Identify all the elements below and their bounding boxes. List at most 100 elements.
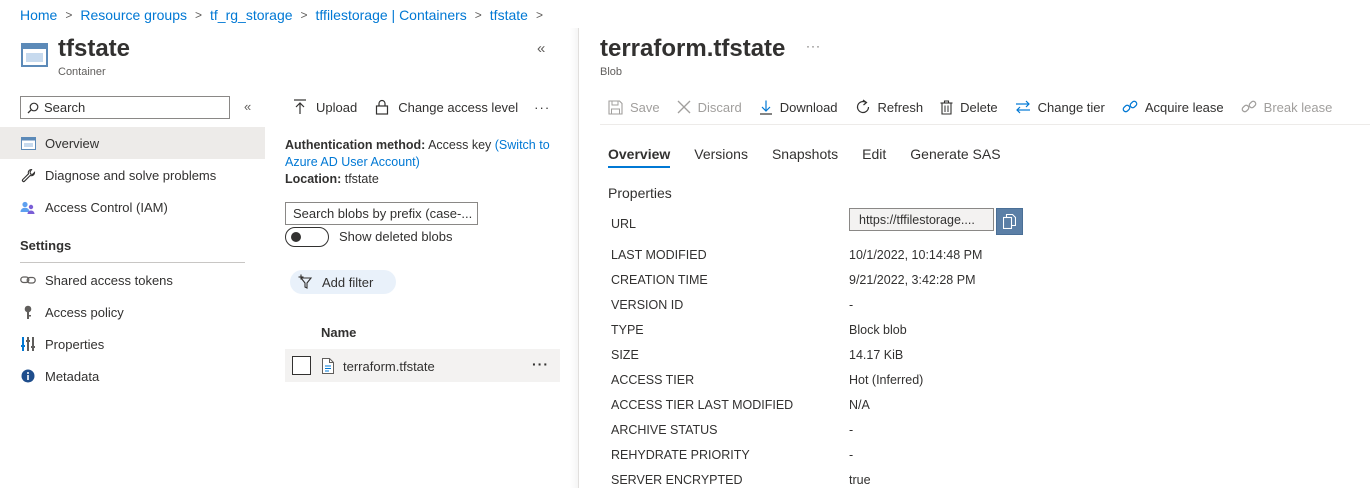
tab-snapshots[interactable]: Snapshots <box>772 146 838 168</box>
change-access-level-label: Change access level <box>398 99 519 115</box>
tab-generate-sas[interactable]: Generate SAS <box>910 146 1000 168</box>
location-value: tfstate <box>344 172 379 186</box>
upload-label: Upload <box>316 99 358 115</box>
blob-more-button[interactable]: ··· <box>806 39 821 53</box>
break-lease-label: Break lease <box>1263 99 1333 115</box>
lease-link-icon <box>1122 99 1145 115</box>
sidebar-item-overview[interactable]: Overview <box>0 127 265 159</box>
blob-title: terraform.tfstate <box>600 35 786 62</box>
sidebar-item-shared-access-tokens[interactable]: Shared access tokens <box>0 264 265 296</box>
prop-label-archive-status: ARCHIVE STATUS <box>611 423 718 437</box>
sidebar-item-access-control[interactable]: Access Control (IAM) <box>0 191 265 223</box>
save-button[interactable]: Save <box>608 100 660 115</box>
sidebar-item-metadata[interactable]: Metadata <box>0 360 265 392</box>
tab-overview[interactable]: Overview <box>608 146 671 168</box>
blob-name-link[interactable]: terraform.tfstate <box>343 359 435 374</box>
breadcrumb-resource-groups[interactable]: Resource groups <box>80 7 187 23</box>
collapse-menu-icon[interactable]: « <box>244 99 251 114</box>
prop-label-version-id: VERSION ID <box>611 298 684 312</box>
trash-icon <box>940 99 960 115</box>
sidebar-item-properties[interactable]: Properties <box>0 328 265 360</box>
filter-add-icon <box>298 274 322 290</box>
broken-link-icon <box>1241 99 1264 115</box>
copy-url-button[interactable] <box>996 208 1023 235</box>
change-tier-label: Change tier <box>1037 99 1105 115</box>
sidebar-item-label: Access Control (IAM) <box>45 199 168 215</box>
blob-search-box[interactable] <box>285 202 478 225</box>
chevron-right-icon: > <box>65 8 73 22</box>
properties-heading: Properties <box>608 185 672 201</box>
acquire-lease-button[interactable]: Acquire lease <box>1122 99 1224 115</box>
key-icon <box>20 304 36 320</box>
auth-method-label: Authentication method: <box>285 138 426 152</box>
refresh-button[interactable]: Refresh <box>855 99 924 115</box>
add-filter-label: Add filter <box>322 274 374 290</box>
container-icon <box>21 43 48 67</box>
prop-label-creation-time: CREATION TIME <box>611 273 708 287</box>
blob-search-input[interactable] <box>293 206 473 221</box>
auth-method-value: Access key <box>428 138 492 152</box>
discard-button[interactable]: Discard <box>677 100 742 115</box>
download-button[interactable]: Download <box>759 100 838 115</box>
blob-subtitle: Blob <box>600 66 623 78</box>
save-label: Save <box>630 99 660 115</box>
break-lease-button[interactable]: Break lease <box>1241 99 1333 115</box>
prop-value-creation-time: 9/21/2022, 3:42:28 PM <box>849 273 976 287</box>
lock-icon <box>375 99 398 115</box>
change-access-level-button[interactable]: Change access level <box>375 99 518 115</box>
breadcrumb-home[interactable]: Home <box>20 7 57 23</box>
location-label: Location: <box>285 172 342 186</box>
add-filter-button[interactable]: Add filter <box>290 270 396 294</box>
breadcrumb-resource-group[interactable]: tf_rg_storage <box>210 7 293 23</box>
breadcrumb-containers[interactable]: tffilestorage | Containers <box>316 7 467 23</box>
sidebar-item-access-policy[interactable]: Access policy <box>0 296 265 328</box>
upload-icon <box>293 99 316 115</box>
link-icon <box>20 272 36 288</box>
row-more-button[interactable]: ··· <box>532 356 549 372</box>
blob-toolbar: Save Discard Download Refresh Delete Cha… <box>608 97 1349 117</box>
sidebar-item-label: Overview <box>45 135 100 151</box>
prop-value-server-encrypted: true <box>849 473 871 487</box>
blade-divider <box>578 28 579 488</box>
search-icon <box>27 102 39 114</box>
delete-button[interactable]: Delete <box>940 100 998 115</box>
menu-search-box[interactable] <box>20 96 230 119</box>
delete-label: Delete <box>960 99 998 115</box>
tab-edit[interactable]: Edit <box>862 146 886 168</box>
refresh-icon <box>855 99 878 115</box>
breadcrumb: Home > Resource groups > tf_rg_storage >… <box>20 6 551 24</box>
search-input[interactable] <box>44 100 224 115</box>
sidebar-item-label: Diagnose and solve problems <box>45 167 217 183</box>
column-header-name[interactable]: Name <box>321 325 356 340</box>
save-icon <box>608 99 630 115</box>
close-icon <box>677 100 698 114</box>
prop-label-type: TYPE <box>611 323 644 337</box>
page-subtitle: Container <box>58 66 106 78</box>
sliders-icon <box>20 336 36 352</box>
row-checkbox[interactable] <box>292 356 311 375</box>
sidebar-item-diagnose[interactable]: Diagnose and solve problems <box>0 159 265 191</box>
collapse-blade-icon[interactable]: « <box>537 40 545 57</box>
section-divider <box>20 262 245 263</box>
toggle-knob <box>291 232 301 242</box>
url-field[interactable]: https://tffilestorage.... <box>849 208 994 231</box>
tab-versions[interactable]: Versions <box>694 146 748 168</box>
prop-value-size: 14.17 KiB <box>849 348 904 362</box>
prop-value-rehydrate-priority: - <box>849 448 854 462</box>
blade-shadow <box>570 28 578 488</box>
breadcrumb-container[interactable]: tfstate <box>490 7 528 23</box>
prop-value-archive-status: - <box>849 423 854 437</box>
acquire-lease-label: Acquire lease <box>1144 99 1224 115</box>
prop-label-last-modified: LAST MODIFIED <box>611 248 707 262</box>
change-tier-button[interactable]: Change tier <box>1015 100 1105 115</box>
download-icon <box>759 100 780 115</box>
chevron-right-icon: > <box>474 8 482 22</box>
wrench-icon <box>20 167 36 183</box>
upload-button[interactable]: Upload <box>293 99 357 115</box>
sidebar-item-label: Access policy <box>45 304 124 320</box>
more-options-button[interactable]: ··· <box>534 100 550 115</box>
show-deleted-toggle[interactable] <box>285 227 329 247</box>
prop-value-last-modified: 10/1/2022, 10:14:48 PM <box>849 248 983 262</box>
refresh-label: Refresh <box>877 99 924 115</box>
toolbar-divider <box>600 124 1370 125</box>
